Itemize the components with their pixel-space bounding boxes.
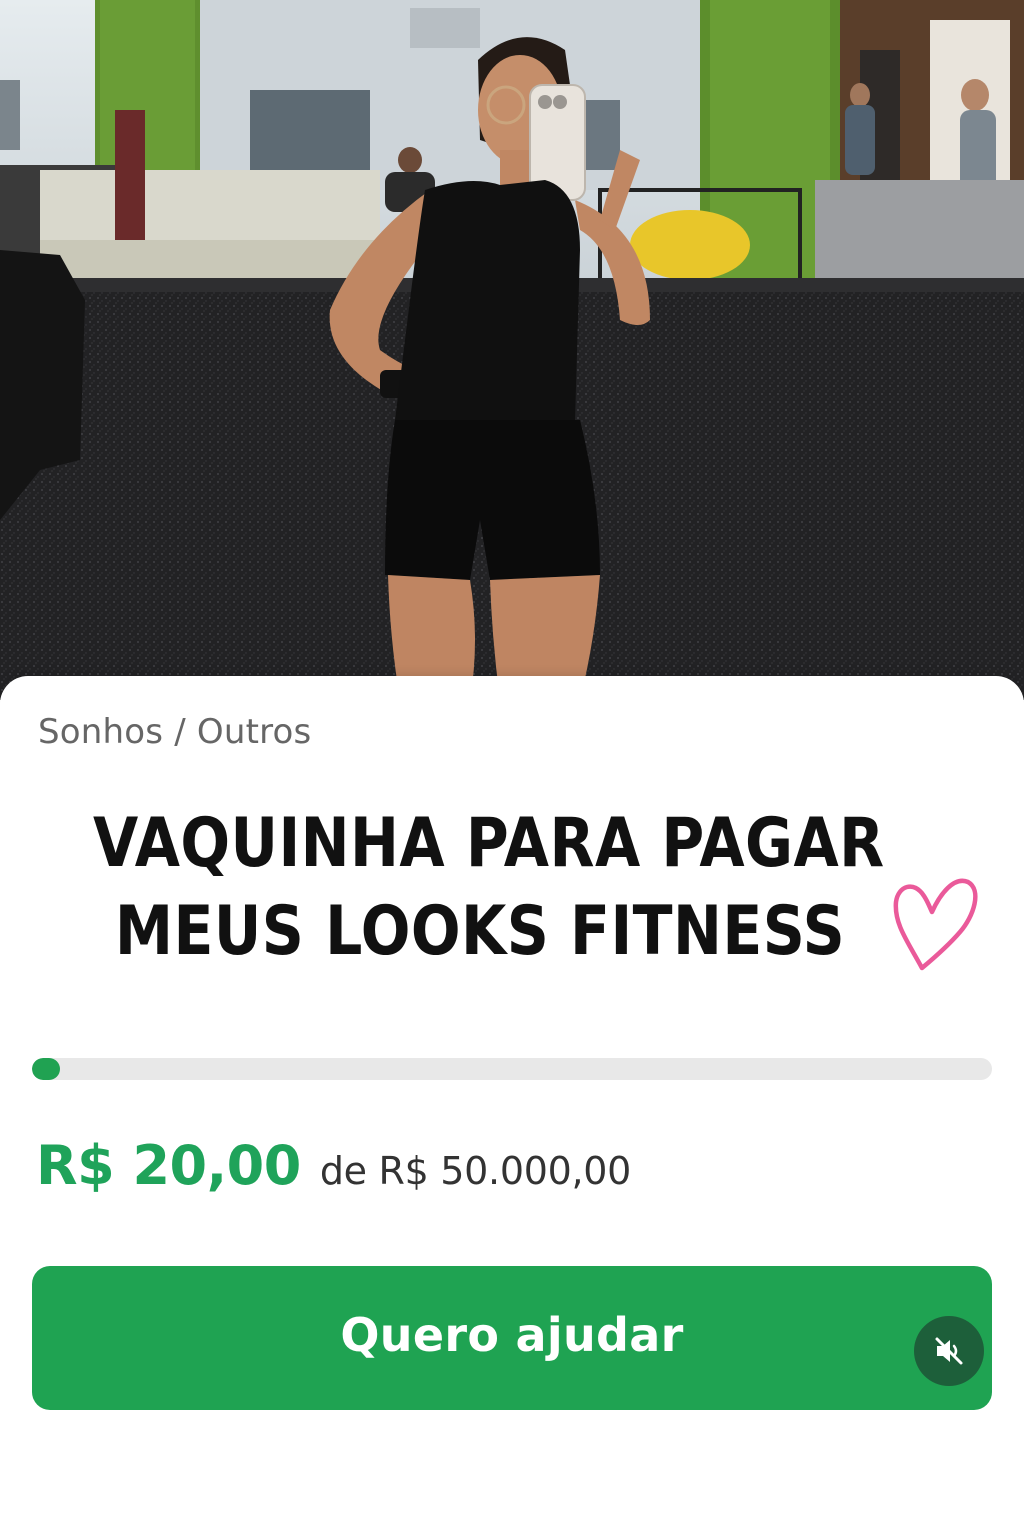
breadcrumb[interactable]: Sonhos / Outros <box>38 712 311 752</box>
campaign-page: Sonhos / Outros VAQUINHA PARA PAGAR MEUS… <box>0 0 1024 1536</box>
progress-bar <box>32 1058 992 1080</box>
campaign-title: VAQUINHA PARA PAGAR MEUS LOOKS FITNESS <box>93 800 885 976</box>
campaign-title-line-1: VAQUINHA PARA PAGAR <box>93 804 885 883</box>
amount-goal: de R$ 50.000,00 <box>319 1149 631 1193</box>
heart-outline-icon <box>893 878 978 971</box>
hero-photo <box>0 0 1024 700</box>
amounts: R$ 20,00 de R$ 50.000,00 <box>36 1134 631 1197</box>
help-button[interactable]: Quero ajudar <box>32 1266 992 1410</box>
help-button-label: Quero ajudar <box>340 1308 684 1362</box>
hero-photo-illustration <box>0 0 1024 700</box>
progress-fill <box>32 1058 60 1080</box>
mute-toggle-button[interactable] <box>914 1316 984 1386</box>
campaign-title-line-2: MEUS LOOKS FITNESS <box>114 892 846 971</box>
campaign-card: Sonhos / Outros VAQUINHA PARA PAGAR MEUS… <box>0 676 1024 1536</box>
speaker-muted-icon <box>935 1337 963 1365</box>
amount-raised: R$ 20,00 <box>36 1134 301 1197</box>
